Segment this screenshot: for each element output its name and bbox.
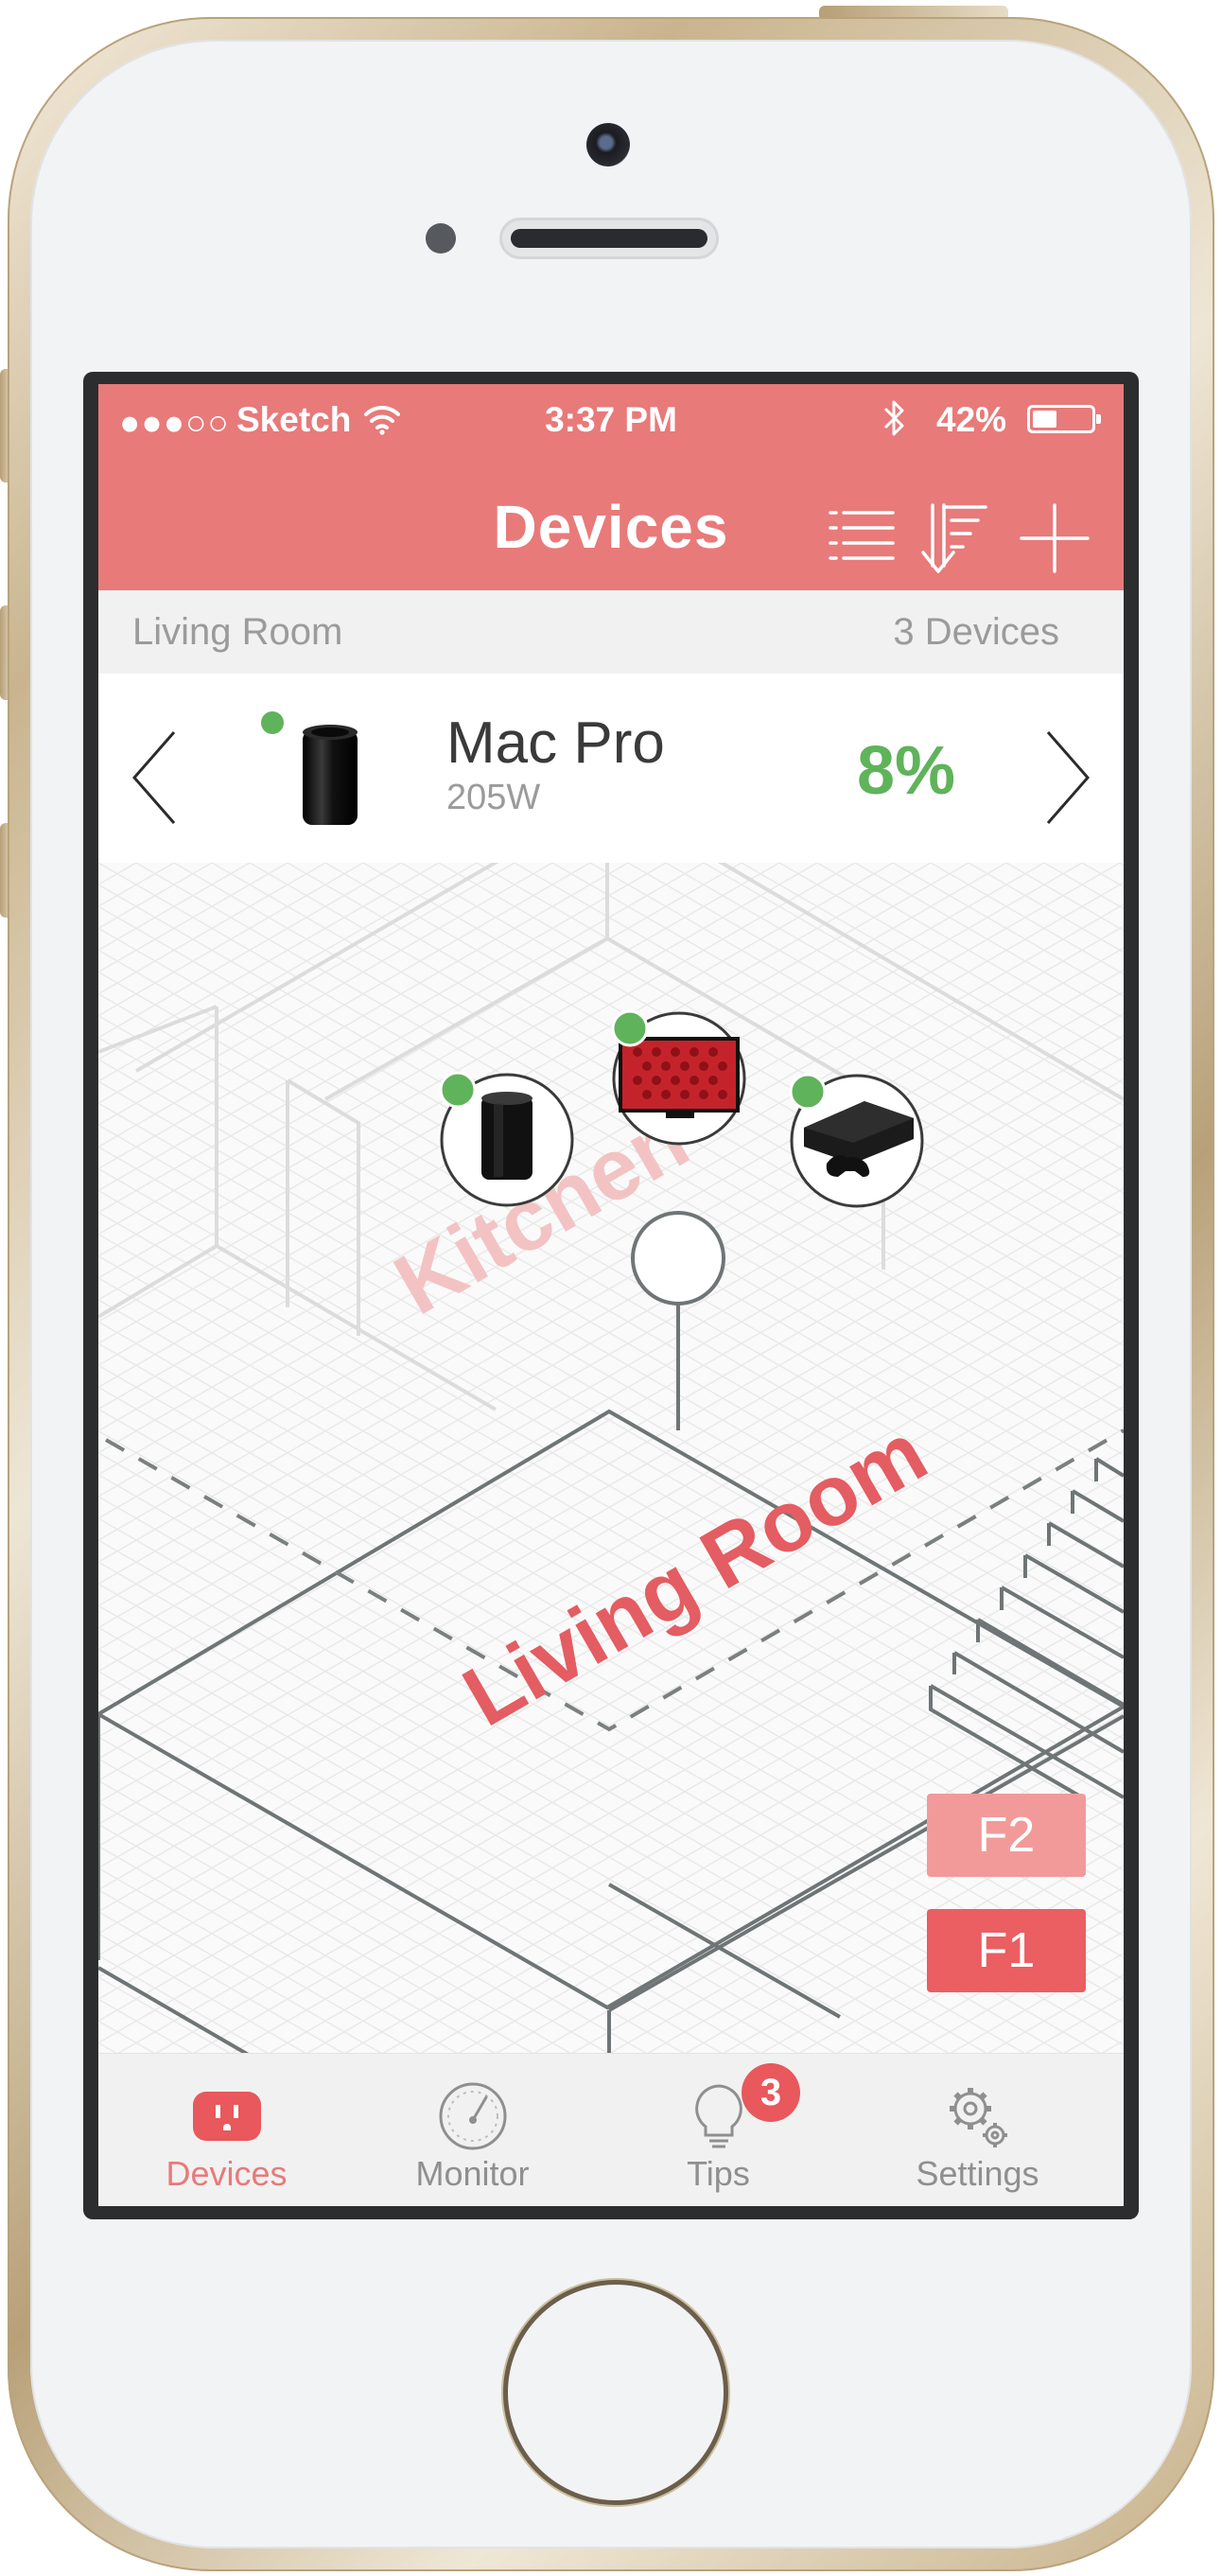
proximity-sensor (426, 223, 456, 254)
front-camera (586, 123, 630, 166)
tab-tips[interactable]: Tips (590, 2054, 847, 2206)
tips-badge: 3 (742, 2063, 800, 2122)
device-power: 205W (446, 778, 541, 817)
tab-monitor[interactable]: Monitor (344, 2054, 601, 2206)
outlet-icon (192, 2092, 261, 2141)
device-pin-mac-pro[interactable] (439, 1071, 574, 1207)
app-screen: ●●●○○ Sketch 3:37 PM 42% Devices Living … (98, 384, 1124, 2206)
center-hub-pin[interactable] (631, 1211, 725, 1306)
gauge-icon (439, 2082, 506, 2150)
device-name: Mac Pro (446, 710, 665, 776)
bluetooth-icon (883, 400, 904, 436)
tab-settings[interactable]: Settings (849, 2054, 1106, 2206)
tab-bar: Devices Monitor Tips 3 Settings (98, 2053, 1124, 2206)
sort-icon[interactable] (917, 499, 995, 577)
tab-devices[interactable]: Devices (98, 2054, 355, 2206)
device-pin-tv[interactable] (611, 1009, 746, 1146)
device-pin-xbox-one[interactable] (789, 1073, 924, 1208)
nav-bar: Devices (98, 452, 1124, 590)
mac-pro-icon (303, 725, 358, 825)
battery-percent: 42% (936, 400, 1007, 439)
room-name: Living Room (132, 611, 343, 653)
add-icon[interactable] (1016, 499, 1093, 577)
device-count: 3 Devices (893, 611, 1059, 653)
chevron-right-icon[interactable] (1040, 727, 1095, 829)
battery-icon (1027, 405, 1101, 433)
floor-1-button[interactable]: F1 (927, 1909, 1086, 1992)
gears-icon (949, 2088, 1007, 2147)
earpiece-speaker (499, 218, 719, 259)
home-button[interactable] (503, 2280, 728, 2505)
list-icon[interactable] (823, 499, 900, 577)
device-status-dot (261, 711, 284, 734)
chevron-left-icon[interactable] (127, 727, 182, 829)
tab-monitor-label: Monitor (415, 2154, 530, 2193)
tab-settings-label: Settings (916, 2154, 1039, 2193)
status-bar: ●●●○○ Sketch 3:37 PM 42% (98, 384, 1124, 452)
tab-tips-label: Tips (687, 2154, 750, 2193)
tab-devices-label: Devices (166, 2154, 288, 2193)
floor-2-button[interactable]: F2 (927, 1794, 1086, 1877)
device-usage: 8% (857, 733, 956, 809)
room-section-header: Living Room 3 Devices (98, 590, 1124, 674)
selected-device-row: Mac Pro 205W 8% (98, 674, 1124, 863)
